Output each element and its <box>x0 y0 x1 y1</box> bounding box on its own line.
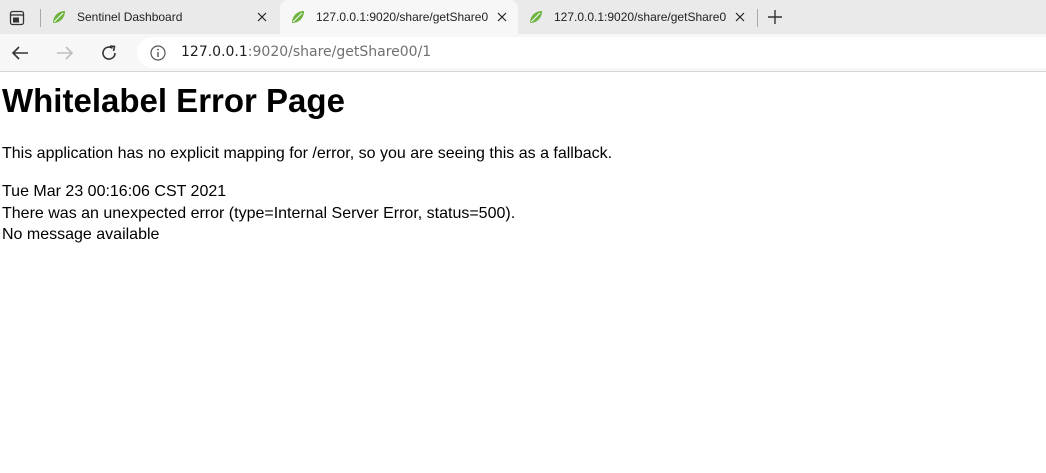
info-icon[interactable] <box>150 45 166 61</box>
close-tab-button[interactable] <box>732 9 748 25</box>
close-icon <box>735 12 745 22</box>
url-text[interactable]: 127.0.0.1:9020/share/getShare00/1 <box>181 44 431 61</box>
close-tab-button[interactable] <box>254 9 270 25</box>
spring-leaf-icon <box>53 11 65 23</box>
url-host: 127.0.0.1 <box>181 44 248 60</box>
close-icon <box>257 12 267 22</box>
tab-actions-menu-button[interactable] <box>6 7 28 29</box>
tab-title: 127.0.0.1:9020/share/getShare00/1 <box>316 10 488 24</box>
spring-leaf-icon <box>292 11 304 23</box>
spring-leaf-icon <box>530 11 542 23</box>
plus-icon <box>768 10 782 24</box>
error-detail-message: No message available <box>2 226 160 243</box>
tab-separator <box>757 9 758 27</box>
new-tab-button[interactable] <box>764 6 786 28</box>
tab-actions-icon <box>9 10 25 26</box>
tab-getshare01[interactable]: 127.0.0.1:9020/share/getShare01/1 <box>518 0 756 34</box>
close-icon <box>497 12 507 22</box>
tab-getshare00[interactable]: 127.0.0.1:9020/share/getShare00/1 <box>280 0 518 34</box>
url-path: :9020/share/getShare00/1 <box>247 44 432 60</box>
fallback-message: This application has no explicit mapping… <box>2 145 613 162</box>
page-title: Whitelabel Error Page <box>2 82 345 119</box>
forward-button[interactable] <box>53 41 77 65</box>
refresh-button[interactable] <box>97 41 121 65</box>
error-timestamp: Tue Mar 23 00:16:06 CST 2021 <box>2 183 227 200</box>
error-description: There was an unexpected error (type=Inte… <box>2 204 516 222</box>
tab-title: 127.0.0.1:9020/share/getShare01/1 <box>554 10 726 24</box>
close-tab-button[interactable] <box>494 9 510 25</box>
browser-toolbar: 127.0.0.1:9020/share/getShare00/1 <box>0 34 1046 72</box>
arrow-left-icon <box>11 46 28 60</box>
arrow-right-icon <box>57 46 74 60</box>
tab-title: Sentinel Dashboard <box>77 10 183 24</box>
back-button[interactable] <box>8 41 32 65</box>
tab-strip: Sentinel Dashboard 127.0.0.1:9020/share/… <box>0 0 1046 34</box>
error-details: Tue Mar 23 00:16:06 CST 2021 There was a… <box>2 181 515 246</box>
refresh-icon <box>102 45 116 60</box>
tab-sentinel-dashboard[interactable]: Sentinel Dashboard <box>41 0 278 34</box>
address-bar[interactable]: 127.0.0.1:9020/share/getShare00/1 <box>137 37 1046 68</box>
